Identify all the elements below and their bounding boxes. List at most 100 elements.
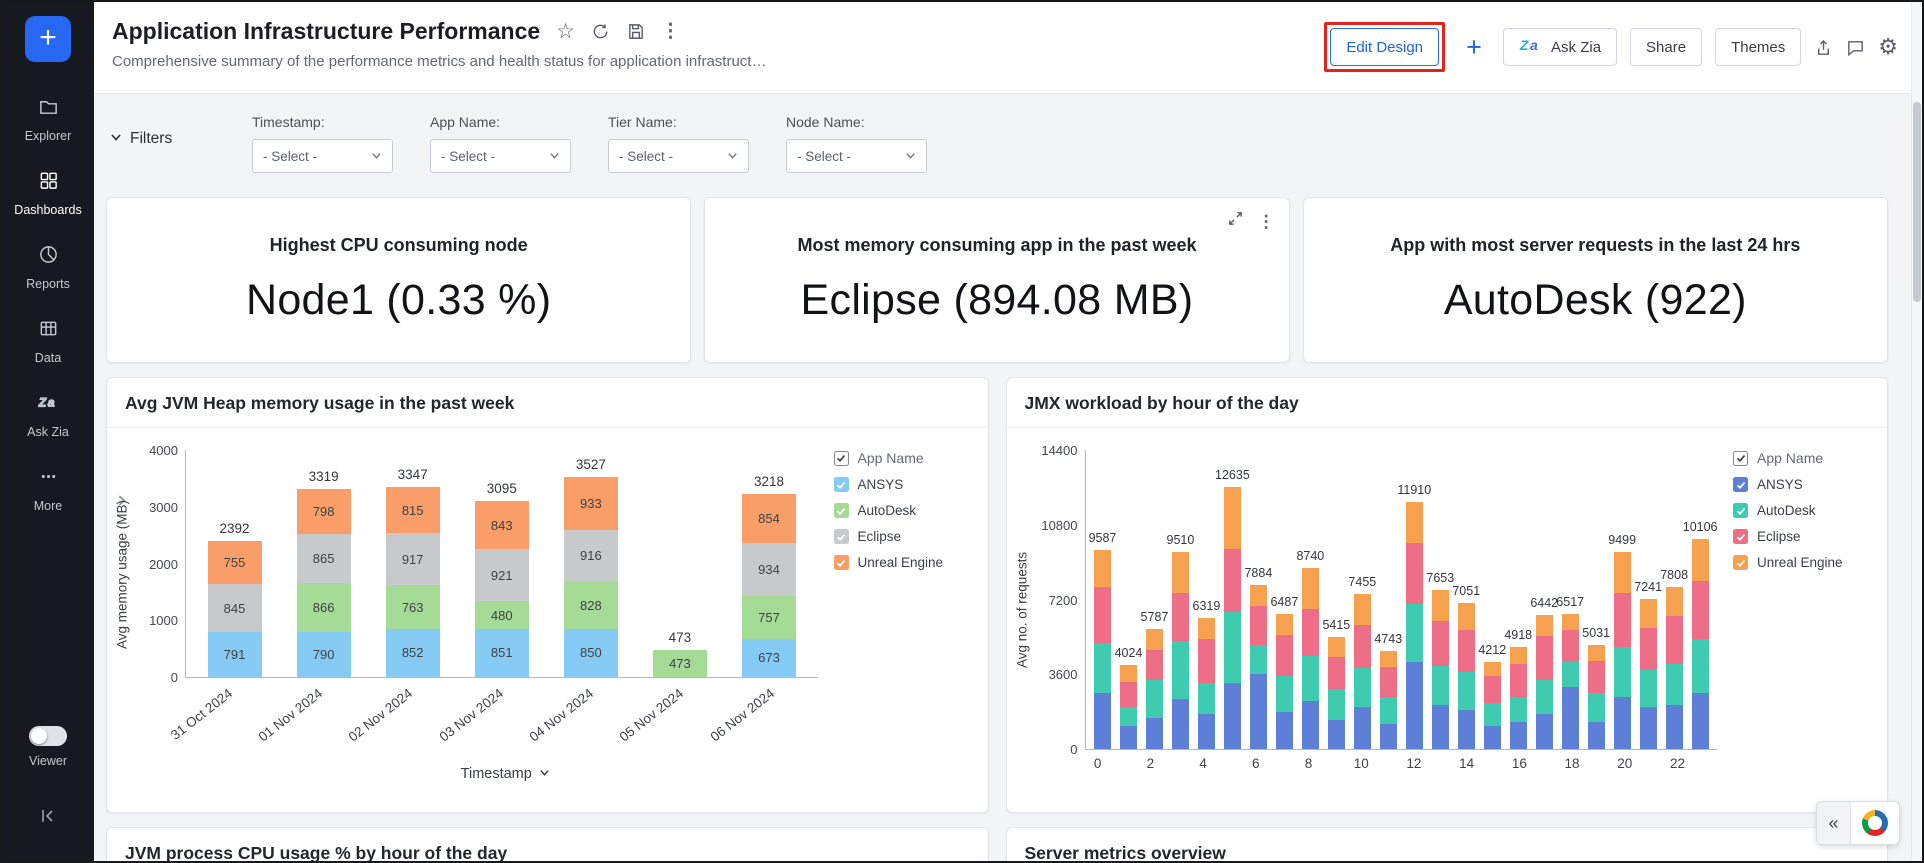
bar-segment-autodesk[interactable] xyxy=(1666,664,1683,706)
bar-segment-eclipse[interactable] xyxy=(1640,628,1657,670)
add-button[interactable]: + xyxy=(1458,28,1490,66)
legend-checkbox[interactable] xyxy=(1733,451,1748,466)
bar-02-nov-2024[interactable]: 3347852763917815 xyxy=(368,450,457,677)
bar-segment-unreal-engine[interactable] xyxy=(1484,662,1501,677)
ask-zia-button[interactable]: Za Ask Zia xyxy=(1503,28,1617,66)
bar-segment-eclipse[interactable] xyxy=(1250,606,1267,645)
bar-segment-autodesk[interactable] xyxy=(1458,672,1475,709)
bar-segment-unreal-engine[interactable]: 933 xyxy=(564,477,618,530)
filters-toggle[interactable]: Filters xyxy=(110,130,252,148)
tier-name-select[interactable]: - Select - xyxy=(608,139,749,173)
scrollbar[interactable] xyxy=(1911,2,1922,861)
bar-segment-unreal-engine[interactable] xyxy=(1406,502,1423,544)
bar-segment-unreal-engine[interactable] xyxy=(1198,618,1215,639)
sidebar-item-dashboards[interactable]: Dashboards xyxy=(2,170,94,217)
bar-segment-unreal-engine[interactable] xyxy=(1302,568,1319,610)
bar-segment-unreal-engine[interactable]: 854 xyxy=(742,494,796,542)
bar-segment-unreal-engine[interactable] xyxy=(1146,629,1163,650)
legend-checkbox[interactable] xyxy=(1733,477,1748,492)
bar-segment-eclipse[interactable] xyxy=(1510,664,1527,698)
bar-segment-eclipse[interactable] xyxy=(1406,543,1423,603)
bar-segment-unreal-engine[interactable] xyxy=(1328,637,1345,658)
legend-item-unreal-engine[interactable]: Unreal Engine xyxy=(834,555,978,570)
bar-14[interactable]: 7051 xyxy=(1453,450,1479,749)
sidebar-item-data[interactable]: Data xyxy=(2,318,94,365)
bar-segment-eclipse[interactable] xyxy=(1094,587,1111,643)
bar-segment-ansys[interactable] xyxy=(1432,705,1449,749)
share-button[interactable]: Share xyxy=(1630,28,1702,66)
bar-segment-unreal-engine[interactable] xyxy=(1224,487,1241,549)
bar-segment-ansys[interactable] xyxy=(1276,712,1293,749)
legend-checkbox[interactable] xyxy=(1733,529,1748,544)
legend-item-ansys[interactable]: ANSYS xyxy=(1733,477,1877,492)
bar-segment-ansys[interactable] xyxy=(1224,683,1241,749)
bar-segment-unreal-engine[interactable] xyxy=(1250,585,1267,606)
bar-segment-ansys[interactable]: 673 xyxy=(742,639,796,677)
bar-4[interactable]: 6319 xyxy=(1193,450,1219,749)
bar-segment-autodesk[interactable] xyxy=(1536,680,1553,713)
bar-segment-ansys[interactable]: 850 xyxy=(564,629,618,677)
bar-segment-eclipse[interactable]: 917 xyxy=(386,533,440,585)
bar-9[interactable]: 5415 xyxy=(1323,450,1349,749)
bar-segment-autodesk[interactable] xyxy=(1614,647,1631,697)
x-axis-title[interactable]: Timestamp xyxy=(185,766,826,782)
bar-31-oct-2024[interactable]: 2392791845755 xyxy=(190,450,279,677)
edit-design-button[interactable]: Edit Design xyxy=(1330,28,1439,66)
bar-segment-eclipse[interactable]: 916 xyxy=(564,530,618,582)
bar-segment-autodesk[interactable] xyxy=(1588,693,1605,722)
bar-segment-unreal-engine[interactable] xyxy=(1354,594,1371,625)
bar-segment-ansys[interactable] xyxy=(1536,714,1553,749)
bar-segment-ansys[interactable] xyxy=(1328,720,1345,749)
bar-segment-eclipse[interactable] xyxy=(1302,609,1319,656)
bar-segment-ansys[interactable]: 852 xyxy=(386,629,440,677)
bar-5[interactable]: 12635 xyxy=(1219,450,1245,749)
bar-segment-unreal-engine[interactable] xyxy=(1692,539,1709,581)
bar-segment-ansys[interactable] xyxy=(1250,674,1267,749)
bar-segment-unreal-engine[interactable]: 755 xyxy=(208,541,262,584)
bar-segment-ansys[interactable] xyxy=(1146,718,1163,749)
bar-segment-eclipse[interactable] xyxy=(1484,676,1501,703)
bar-segment-eclipse[interactable] xyxy=(1432,621,1449,666)
bar-segment-unreal-engine[interactable] xyxy=(1510,647,1527,664)
bar-segment-eclipse[interactable] xyxy=(1614,593,1631,647)
bar-segment-autodesk[interactable] xyxy=(1094,643,1111,693)
sidebar-item-reports[interactable]: Reports xyxy=(2,244,94,291)
bar-segment-autodesk[interactable] xyxy=(1510,697,1527,722)
bar-13[interactable]: 7653 xyxy=(1427,450,1453,749)
bar-1[interactable]: 4024 xyxy=(1115,450,1141,749)
node-name-select[interactable]: - Select - xyxy=(786,139,927,173)
bar-segment-autodesk[interactable]: 473 xyxy=(653,650,707,677)
bar-21[interactable]: 7241 xyxy=(1635,450,1661,749)
bar-segment-autodesk[interactable] xyxy=(1380,697,1397,724)
bar-segment-eclipse[interactable] xyxy=(1380,667,1397,697)
bar-segment-eclipse[interactable]: 865 xyxy=(297,534,351,583)
bar-segment-eclipse[interactable] xyxy=(1562,630,1579,661)
timestamp-select[interactable]: - Select - xyxy=(252,139,393,173)
bar-segment-unreal-engine[interactable] xyxy=(1666,587,1683,616)
bar-segment-eclipse[interactable] xyxy=(1276,635,1293,676)
bar-segment-eclipse[interactable] xyxy=(1198,639,1215,683)
bar-20[interactable]: 9499 xyxy=(1609,450,1635,749)
bar-segment-unreal-engine[interactable] xyxy=(1588,645,1605,662)
favorite-star-icon[interactable]: ☆ xyxy=(556,21,575,42)
more-options-icon[interactable]: ⋮ xyxy=(661,22,680,41)
bar-segment-autodesk[interactable] xyxy=(1302,656,1319,702)
double-chevron-left-icon[interactable]: « xyxy=(1817,802,1851,844)
bar-segment-autodesk[interactable]: 828 xyxy=(564,582,618,629)
app-name-select[interactable]: - Select - xyxy=(430,139,571,173)
bar-10[interactable]: 7455 xyxy=(1349,450,1375,749)
bar-segment-ansys[interactable] xyxy=(1458,710,1475,749)
bar-01-nov-2024[interactable]: 3319790866865798 xyxy=(279,450,368,677)
bar-segment-ansys[interactable] xyxy=(1172,699,1189,749)
bar-segment-ansys[interactable]: 851 xyxy=(475,629,529,677)
viewer-toggle[interactable] xyxy=(29,726,67,746)
app-logo[interactable]: + xyxy=(25,16,71,62)
bar-segment-ansys[interactable] xyxy=(1484,726,1501,749)
legend-item-eclipse[interactable]: Eclipse xyxy=(1733,529,1877,544)
bar-segment-eclipse[interactable] xyxy=(1666,616,1683,664)
sidebar-item-explorer[interactable]: Explorer xyxy=(2,96,94,143)
bar-04-nov-2024[interactable]: 3527850828916933 xyxy=(546,450,635,677)
bar-segment-ansys[interactable] xyxy=(1094,693,1111,749)
bar-segment-ansys[interactable]: 790 xyxy=(297,632,351,677)
bar-segment-ansys[interactable] xyxy=(1302,701,1319,749)
